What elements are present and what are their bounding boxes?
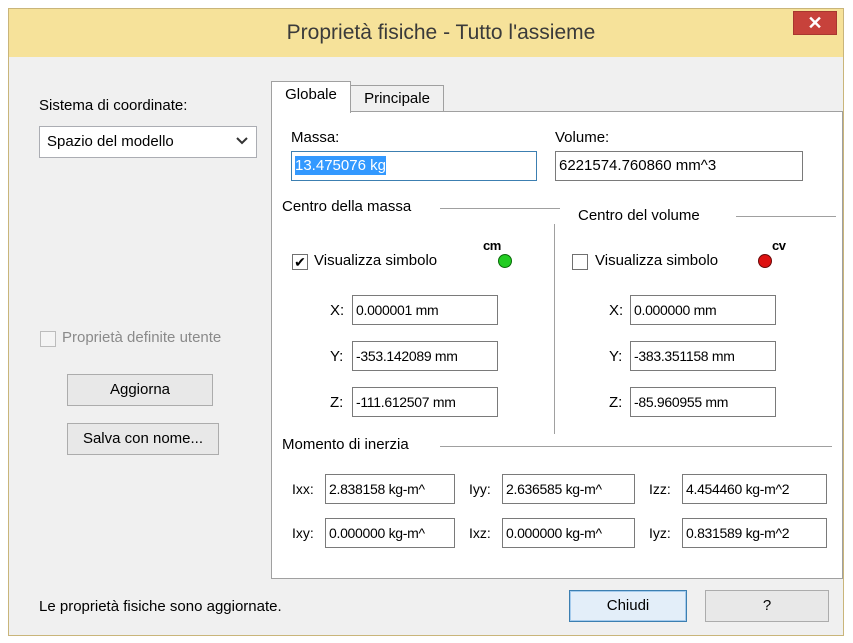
mass-field[interactable]: 13.475076 kg [291, 151, 537, 181]
cm-x-field[interactable]: 0.000001 mm [352, 295, 498, 325]
volume-label: Volume: [555, 129, 610, 146]
ixy-field[interactable]: 0.000000 kg-m^ [325, 518, 455, 548]
cv-y-field[interactable]: -383.351158 mm [630, 341, 776, 371]
tab-principale[interactable]: Principale [350, 85, 444, 113]
cm-y-field[interactable]: -353.142089 mm [352, 341, 498, 371]
center-volume-title: Centro del volume [578, 207, 700, 224]
user-properties-label: Proprietà definite utente [62, 329, 222, 346]
update-button[interactable]: Aggiorna [67, 374, 213, 406]
tab-globale[interactable]: Globale [271, 81, 351, 113]
izz-field[interactable]: 4.454460 kg-m^2 [682, 474, 827, 504]
help-button[interactable]: ? [705, 590, 829, 622]
chevron-down-icon [236, 131, 248, 154]
cv-symbol-icon [758, 254, 772, 268]
title-bar: Proprietà fisiche - Tutto l'assieme ✕ [9, 9, 843, 57]
coordinate-system-value: Spazio del modello [47, 133, 174, 150]
inertia-title: Momento di inerzia [282, 436, 409, 453]
ixz-field[interactable]: 0.000000 kg-m^ [502, 518, 635, 548]
cv-z-field[interactable]: -85.960955 mm [630, 387, 776, 417]
volume-field[interactable]: 6221574.760860 mm^3 [555, 151, 803, 181]
cm-z-label: Z: [330, 394, 344, 411]
cv-y-label: Y: [609, 348, 623, 365]
center-volume-show-symbol-label: Visualizza simbolo [595, 252, 719, 269]
center-mass-title: Centro della massa [282, 198, 412, 215]
mass-value: 13.475076 kg [295, 156, 386, 175]
izz-label: Izz: [649, 481, 671, 497]
ixx-label: Ixx: [292, 481, 314, 497]
cv-x-field[interactable]: 0.000000 mm [630, 295, 776, 325]
ixx-field[interactable]: 2.838158 kg-m^ [325, 474, 455, 504]
center-separator [554, 224, 555, 434]
mass-label: Massa: [291, 129, 340, 146]
center-volume-show-symbol-checkbox[interactable] [572, 254, 588, 270]
cm-symbol-text: cm [483, 238, 501, 253]
coordinate-system-select[interactable]: Spazio del modello [39, 126, 257, 158]
cm-y-label: Y: [330, 348, 344, 365]
cv-symbol-text: cv [772, 238, 786, 253]
inertia-divider [440, 446, 832, 447]
center-volume-divider [736, 216, 836, 217]
iyy-label: Iyy: [469, 481, 491, 497]
cm-symbol-icon [498, 254, 512, 268]
center-mass-show-symbol-checkbox[interactable]: ✔ [292, 254, 308, 270]
iyz-label: Iyz: [649, 525, 671, 541]
iyy-field[interactable]: 2.636585 kg-m^ [502, 474, 635, 504]
ixy-label: Ixy: [292, 525, 314, 541]
coordinate-system-label: Sistema di coordinate: [39, 97, 188, 114]
cm-x-label: X: [330, 302, 345, 319]
close-button[interactable]: Chiudi [569, 590, 687, 622]
user-properties-checkbox[interactable] [40, 331, 56, 347]
iyz-field[interactable]: 0.831589 kg-m^2 [682, 518, 827, 548]
status-text: Le proprietà fisiche sono aggiornate. [39, 598, 282, 615]
cv-x-label: X: [609, 302, 624, 319]
save-as-button[interactable]: Salva con nome... [67, 423, 219, 455]
cv-z-label: Z: [609, 394, 623, 411]
ixz-label: Ixz: [469, 525, 491, 541]
close-icon[interactable]: ✕ [793, 11, 837, 35]
center-mass-divider [440, 208, 560, 209]
global-tab-panel: Massa: 13.475076 kg Volume: 6221574.7608… [271, 111, 843, 579]
physical-properties-dialog: Proprietà fisiche - Tutto l'assieme ✕ Si… [8, 8, 844, 636]
cm-z-field[interactable]: -111.612507 mm [352, 387, 498, 417]
dialog-title: Proprietà fisiche - Tutto l'assieme [286, 21, 596, 44]
center-mass-show-symbol-label: Visualizza simbolo [314, 252, 438, 269]
